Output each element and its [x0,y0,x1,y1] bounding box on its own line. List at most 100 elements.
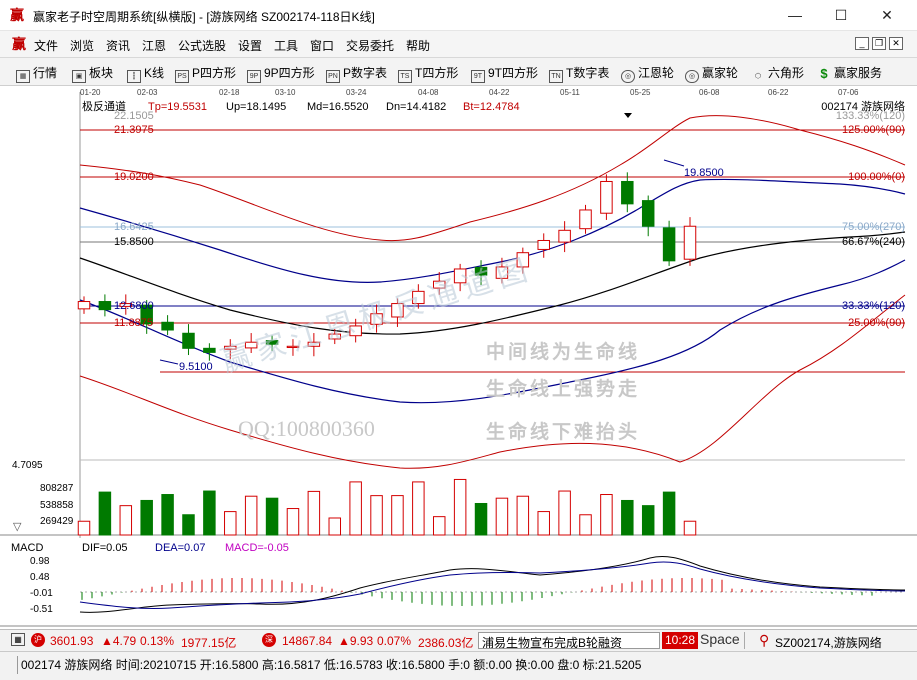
toolbar-label: 9P四方形 [264,66,315,80]
volume-bar [495,497,509,536]
toolbar-sector-button[interactable]: ▣ 板块 [72,64,113,83]
top-cut-pct-label: 133.33%(120) [836,110,905,122]
toolbar-p-square-button[interactable]: PS P四方形 [175,64,237,83]
indicator-up: Up=18.1495 [226,101,286,113]
menu-window[interactable]: 窗口 [310,37,334,54]
toolbar-p-table-button[interactable]: PN P数字表 [326,64,388,83]
pct-label: 66.67%(240) [842,236,905,248]
app-menu-icon[interactable]: 赢 [12,36,28,52]
pct-label: 125.00%(90) [842,124,905,136]
sz-index-value[interactable]: 14867.84 [282,634,332,648]
toolbar-9p-square-button[interactable]: 9P 9P四方形 [247,64,315,83]
toolbar-label: T四方形 [415,66,459,80]
date-tick: 06-08 [699,88,720,97]
toolbar-label: 赢家服务 [834,66,883,80]
quote-info-bar: 002174 游族网络 时间:20210715 开:16.5800 高:16.5… [0,651,917,680]
menu-file[interactable]: 文件 [34,37,58,54]
toolbar-label: 六角形 [768,66,805,80]
toolbar-winner-wheel-button[interactable]: ◎ 赢家轮 [685,64,738,83]
pct-label: 100.00%(0) [848,171,905,183]
toolbar-9t-square-button[interactable]: 9T 9T四方形 [471,64,539,83]
toolbar-label: P四方形 [192,66,237,80]
window-titlebar: 赢 赢家老子时空周期系统[纵横版] - [游族网络 SZ002174-118日K… [0,0,917,31]
9p-square-icon: 9P [247,70,261,83]
volume-bar [621,499,634,536]
candle-body [621,180,634,205]
candle-body [683,225,697,260]
toolbar-label: P数字表 [343,66,388,80]
macd-axis-label: 0.48 [30,572,50,583]
menu-settings[interactable]: 设置 [238,37,262,54]
toolbar-t-square-button[interactable]: TS T四方形 [398,64,459,83]
candle-body [600,180,613,214]
close-button[interactable]: ✕ [864,0,910,31]
dropdown-arrow-icon[interactable] [624,113,632,118]
menu-gann[interactable]: 江恩 [142,37,166,54]
winner-wheel-icon: ◎ [685,70,699,83]
volume-bar [453,478,467,536]
candle-body [182,332,195,349]
date-tick: 01-20 [80,88,101,97]
mdi-minimize-button[interactable]: _ [855,37,869,50]
vol-axis-label: 538858 [40,500,74,511]
keyboard-icon[interactable]: ▦ [11,633,25,646]
sh-index-value[interactable]: 3601.93 [50,634,93,648]
pct-label: 33.33%(120) [842,300,905,312]
mdi-restore-button[interactable]: ❐ [872,37,886,50]
maximize-button[interactable]: ☐ [818,0,864,31]
scroll-down-icon[interactable]: ▽ [13,521,22,533]
volume-bars [77,478,697,536]
current-stock-code[interactable]: SZ002174,游族网络 [775,634,882,651]
indicator-dn: Dn=14.4182 [386,101,446,113]
kline-chart[interactable]: 01-20 02-03 02-18 03-10 03-24 04-08 04-2… [0,86,917,629]
clock-display: 10:28 [662,632,698,649]
toolbar: ▦ 行情 ▣ 板块 ┇ K线 PS P四方形 9P 9P四方形 PN P数字表 TS T四方形… [0,58,917,86]
candle-icon: ┇ [127,70,141,83]
toolbar-kline-button[interactable]: ┇ K线 [127,64,164,83]
volume-bar [558,490,571,536]
toolbar-quotes-button[interactable]: ▦ 行情 [16,64,58,83]
t-square-icon: TS [398,70,412,83]
toolbar-gann-wheel-button[interactable]: ◎ 江恩轮 [621,64,674,83]
date-tick: 03-24 [346,88,367,97]
menu-info[interactable]: 资讯 [106,37,130,54]
t-table-icon: TN [549,70,563,83]
mdi-close-button[interactable]: ✕ [889,37,903,50]
menu-bar: 赢 文件 浏览 资讯 江恩 公式选股 设置 工具 窗口 交易委托 帮助 _ ❐ … [0,31,917,58]
date-tick: 04-22 [489,88,510,97]
annotation-weak: 生命线下难抬头 [486,420,640,443]
volume-bar [641,505,655,536]
chart-area[interactable]: 01-20 02-03 02-18 03-10 03-24 04-08 04-2… [0,86,917,629]
menu-formula[interactable]: 公式选股 [178,37,226,54]
volume-bar [370,495,383,536]
candle-body [641,200,655,227]
toolbar-label: 9T四方形 [488,66,539,80]
status-divider [744,632,756,649]
menu-help[interactable]: 帮助 [406,37,430,54]
news-ticker[interactable]: 浦易生物宣布完成B轮融资 [478,632,660,649]
price-label: 11.8875 [114,317,153,329]
toolbar-service-button[interactable]: $ 赢家服务 [817,64,882,80]
vol-axis-label: 4.7095 [12,460,43,471]
sz-index-amount: 2386.03亿 [418,636,474,650]
toolbar-hexagon-button[interactable]: ⬡ 六角形 [751,64,804,80]
toolbar-label: 行情 [33,66,58,80]
menu-trade[interactable]: 交易委托 [346,37,394,54]
minimize-button[interactable]: — [772,0,818,31]
sh-index-pct: 0.13% [140,634,175,648]
date-tick: 07-06 [838,88,859,97]
menu-tools[interactable]: 工具 [274,37,298,54]
macd-dea: DEA=0.07 [155,542,205,554]
toolbar-t-table-button[interactable]: TN T数字表 [549,64,609,83]
date-tick: 03-10 [275,88,296,97]
status-bar: ▦ 沪 3601.93 ▲4.79 0.13% 1977.15亿 深 14867… [0,629,917,651]
sh-index-amount: 1977.15亿 [181,636,237,650]
menu-browse[interactable]: 浏览 [70,37,94,54]
pct-label: 25.00%(90) [848,317,905,329]
price-label: 19.0200 [114,171,154,183]
vol-axis-label: 808287 [40,483,74,494]
volume-bar [328,517,342,536]
volume-bar [516,495,530,536]
annotation-strong: 生命线上强势走 [486,377,640,400]
volume-bar [224,511,237,536]
